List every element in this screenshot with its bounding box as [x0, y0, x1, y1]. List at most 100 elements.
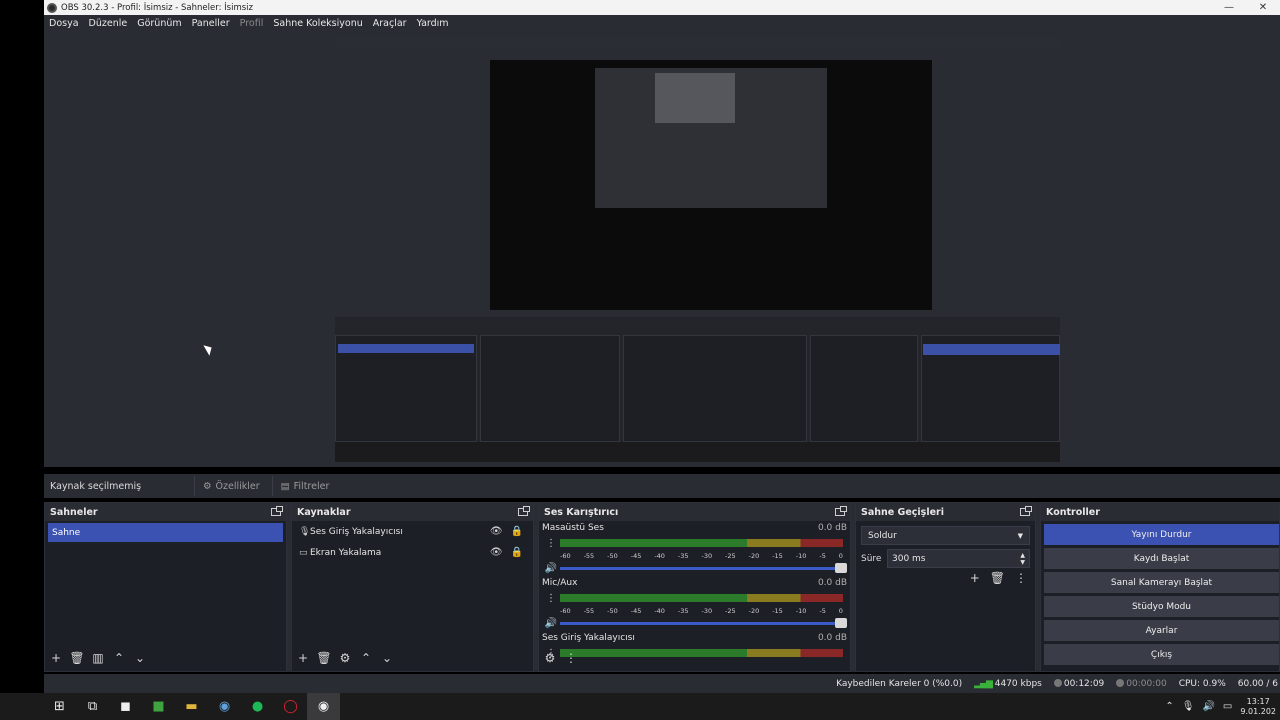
scale-tick: -20 — [748, 551, 760, 560]
menu-file[interactable]: Dosya — [44, 18, 84, 29]
eye-icon[interactable]: 👁 — [490, 526, 503, 537]
mixer-channel-header: Ses Giriş Yakalayıcısı 0.0 dB — [542, 631, 847, 645]
source-item-label: Ses Giriş Yakalayıcısı — [310, 526, 403, 537]
stop-stream-button[interactable]: Yayını Durdur — [1044, 524, 1279, 545]
mixer-channel: Mic/Aux 0.0 dB ⋮ -60 -55 -50 -45 -40 -35 -30 -2… — [539, 576, 850, 631]
trash-icon[interactable]: 🗑 — [316, 651, 332, 665]
menu-view[interactable]: Görünüm — [132, 18, 186, 29]
undock-icon[interactable] — [835, 506, 847, 516]
scale-tick: -5 — [819, 551, 826, 560]
spin-arrows-icon[interactable]: ▲ ▼ — [1020, 552, 1025, 566]
undock-icon[interactable] — [271, 506, 283, 516]
chevron-down-icon[interactable]: ⌄ — [379, 651, 395, 665]
mixer-channel-db: 0.0 dB — [817, 578, 847, 588]
filters-button[interactable]: ▤ Filtreler — [271, 476, 338, 496]
minimize-button[interactable]: — — [1212, 2, 1246, 13]
duration-value: 300 ms — [892, 553, 926, 564]
speaker-icon[interactable]: 🔊 — [542, 563, 560, 574]
nested-taskbar — [335, 442, 1060, 462]
more-icon[interactable]: ⋮ — [563, 651, 579, 665]
network-icon[interactable]: ▭ — [1223, 701, 1232, 712]
windows-start-icon[interactable]: ⊞ — [43, 693, 76, 720]
start-recording-button[interactable]: Kaydı Başlat — [1044, 548, 1279, 569]
steam-icon[interactable]: ◉ — [208, 693, 241, 720]
duration-spinbox[interactable]: 300 ms ▲ ▼ — [887, 549, 1030, 568]
speaker-icon[interactable]: 🔊 — [542, 618, 560, 629]
menu-docks[interactable]: Paneller — [187, 18, 235, 29]
settings-button[interactable]: Ayarlar — [1044, 620, 1279, 641]
volume-slider[interactable] — [560, 617, 847, 628]
volume-icon[interactable]: 🔊 — [1202, 701, 1214, 712]
close-button[interactable]: ✕ — [1246, 2, 1280, 13]
opera-icon[interactable]: ◯ — [274, 693, 307, 720]
obs-logo-icon — [47, 2, 57, 13]
filters-label: Filtreler — [293, 480, 330, 492]
undock-icon[interactable] — [518, 506, 530, 516]
spotify-icon[interactable]: ● — [241, 693, 274, 720]
more-icon[interactable]: ⋮ — [542, 538, 560, 549]
preview-area[interactable] — [44, 32, 1280, 467]
record-status-icon — [1116, 679, 1125, 687]
scene-item[interactable]: Sahne — [48, 523, 283, 542]
studio-mode-button[interactable]: Stüdyo Modu — [1044, 596, 1279, 617]
gear-icon[interactable]: ⚙ — [542, 651, 558, 665]
add-icon[interactable]: + — [970, 571, 980, 585]
transition-select[interactable]: Soldur ▼ — [861, 526, 1030, 545]
lock-icon[interactable]: 🔒 — [511, 547, 523, 558]
app-icon-nk[interactable]: ◼ — [109, 693, 142, 720]
gear-icon[interactable]: ⚙ — [337, 651, 353, 665]
undock-icon[interactable] — [1020, 506, 1032, 516]
scale-tick: -30 — [701, 606, 713, 615]
task-view-icon[interactable]: ⧉ — [76, 693, 109, 720]
trash-icon[interactable]: 🗑 — [69, 651, 85, 665]
eye-icon[interactable]: 👁 — [490, 547, 503, 558]
meter-row: ⋮ — [542, 535, 847, 551]
stream-time: 00:12:09 — [1053, 679, 1104, 689]
filter-icon[interactable]: ▥ — [90, 651, 106, 665]
nested-menubar — [335, 38, 1060, 47]
microphone-icon[interactable]: 🎙 — [1182, 701, 1195, 712]
obs-taskbar-icon[interactable]: ◉ — [307, 693, 340, 720]
meter-row: ⋮ — [542, 590, 847, 606]
menu-edit[interactable]: Düzenle — [84, 18, 133, 29]
properties-button[interactable]: ⚙ Özellikler — [194, 476, 268, 496]
mixer-channel: Masaüstü Ses 0.0 dB ⋮ -60 -55 -50 -45 -40 -35… — [539, 521, 850, 576]
menu-help[interactable]: Yardım — [412, 18, 454, 29]
minecraft-icon[interactable]: ■ — [142, 693, 175, 720]
folder-icon[interactable]: ▬ — [175, 693, 208, 720]
signal-icon: ▂▄▆ — [974, 678, 993, 689]
scale-row: -60 -55 -50 -45 -40 -35 -30 -25 -20 -15 -10 -5 0 — [542, 551, 847, 560]
add-icon[interactable]: + — [295, 651, 311, 665]
lock-icon[interactable]: 🔒 — [511, 526, 523, 537]
mixer-channel-name: Mic/Aux — [542, 578, 578, 588]
preview-canvas[interactable] — [335, 38, 1060, 462]
menu-profile[interactable]: Profil — [235, 18, 269, 29]
scale-tick: -60 — [560, 606, 571, 615]
scale-tick: -55 — [583, 551, 595, 560]
clock[interactable]: 13:17 9.01.202 — [1240, 697, 1276, 717]
start-virtual-camera-button[interactable]: Sanal Kamerayı Başlat — [1044, 572, 1279, 593]
exit-button[interactable]: Çıkış — [1044, 644, 1279, 665]
menu-tools[interactable]: Araçlar — [368, 18, 412, 29]
nested-canvas-2 — [595, 68, 827, 208]
slider-handle[interactable] — [835, 617, 847, 628]
sources-dock: Kaynaklar 🎙 Ses Giriş Yakalayıcısı 👁 🔒 ▭… — [291, 502, 534, 672]
transition-select-value: Soldur — [868, 530, 897, 541]
slider-handle[interactable] — [835, 562, 847, 573]
transition-tools: + 🗑 ⋮ — [970, 571, 1027, 585]
chevron-up-icon[interactable]: ⌃ — [111, 651, 127, 665]
volume-slider[interactable] — [560, 562, 847, 573]
slider-row: 🔊 — [542, 560, 847, 576]
record-time: 00:00:00 — [1116, 679, 1167, 689]
chevron-up-icon[interactable]: ⌃ — [358, 651, 374, 665]
more-icon[interactable]: ⋮ — [1015, 571, 1027, 585]
trash-icon[interactable]: 🗑 — [990, 571, 1005, 585]
add-icon[interactable]: + — [48, 651, 64, 665]
source-item[interactable]: 🎙 Ses Giriş Yakalayıcısı 👁 🔒 — [292, 521, 533, 542]
duration-row: Süre 300 ms ▲ ▼ — [861, 549, 1030, 568]
chevron-down-icon[interactable]: ⌄ — [132, 651, 148, 665]
menu-scene-collection[interactable]: Sahne Koleksiyonu — [268, 18, 367, 29]
source-item[interactable]: ▭ Ekran Yakalama 👁 🔒 — [292, 542, 533, 563]
more-icon[interactable]: ⋮ — [542, 593, 560, 604]
chevron-up-icon[interactable]: ⌃ — [1165, 701, 1173, 712]
